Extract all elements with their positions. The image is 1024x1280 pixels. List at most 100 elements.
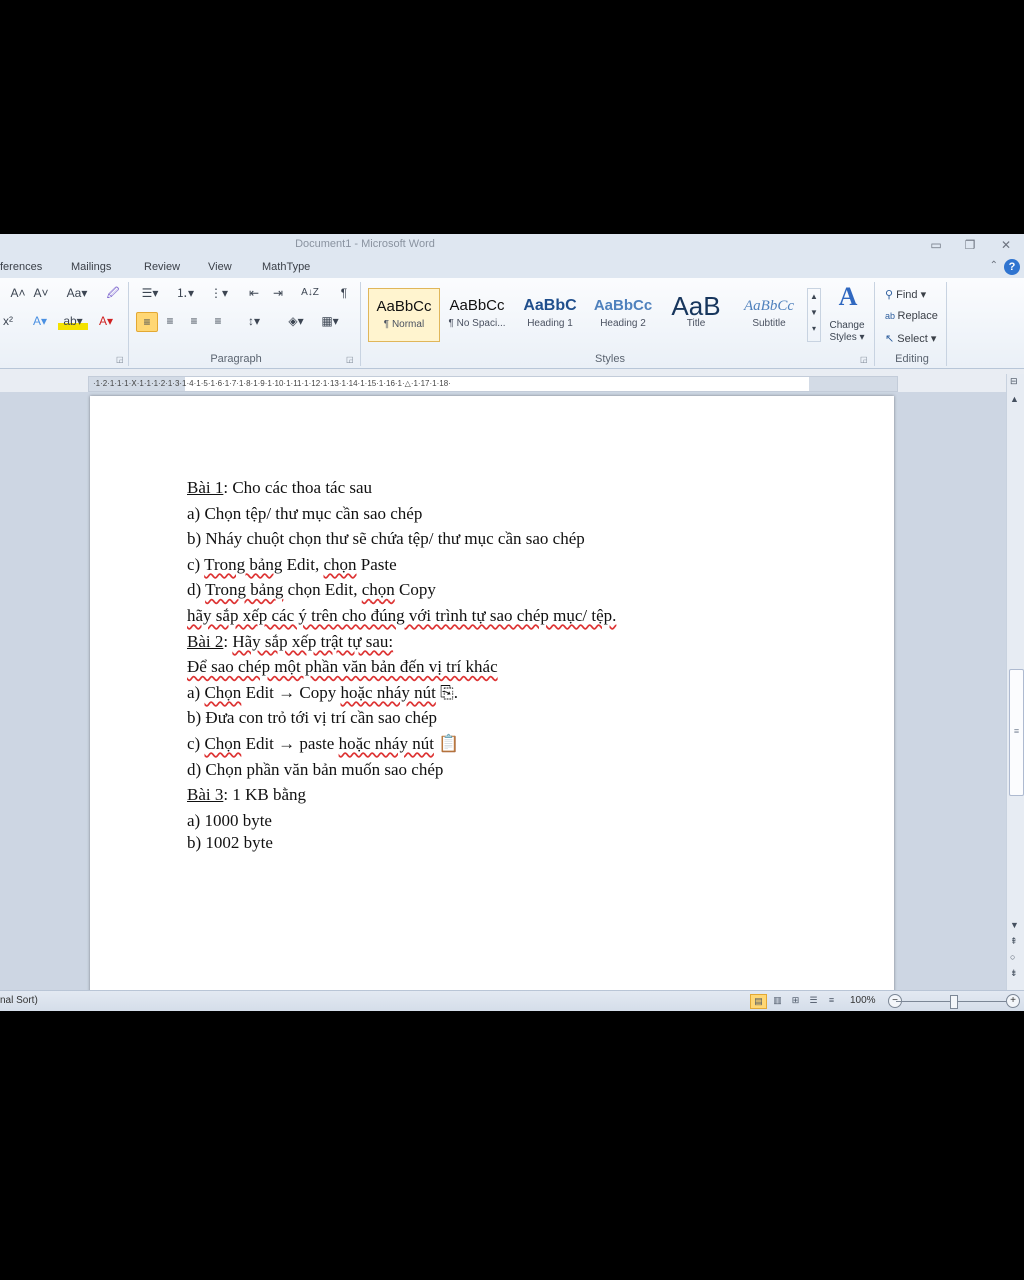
- multilevel-list-button[interactable]: ⋮▾: [204, 284, 234, 302]
- scroll-up-button[interactable]: ▲: [1010, 394, 1019, 404]
- select-button[interactable]: ↖ Select ▾: [885, 332, 936, 345]
- status-text[interactable]: nal Sort): [0, 995, 38, 1006]
- style-subtitle[interactable]: AaBbCc Subtitle: [734, 288, 804, 340]
- document-line[interactable]: hãy sắp xếp các ý trên cho đúng với trìn…: [187, 606, 827, 632]
- document-line[interactable]: a) Chọn Edit → Copy hoặc nháy nút ⎘.: [187, 683, 827, 709]
- document-line[interactable]: d) Chọn phần văn bản muốn sao chép: [187, 760, 827, 786]
- zoom-level[interactable]: 100%: [850, 995, 876, 1006]
- replace-button[interactable]: ab Replace: [885, 310, 938, 322]
- document-line[interactable]: Bài 2: Hãy sắp xếp trật tự sau:: [187, 632, 827, 658]
- tab-mathtype[interactable]: MathType: [262, 261, 310, 273]
- vertical-scrollbar[interactable]: ⊟ ▲ ≡ ▼ ⇞ ○ ⇟: [1006, 374, 1024, 990]
- scroll-down-button[interactable]: ▼: [1010, 920, 1019, 930]
- style-title[interactable]: AaB Title: [661, 288, 731, 340]
- close-button[interactable]: ✕: [994, 236, 1018, 254]
- web-layout-view-icon[interactable]: ⊞: [788, 994, 803, 1007]
- styles-dialog-launcher-icon[interactable]: ◲: [860, 355, 868, 364]
- change-styles-icon[interactable]: A: [828, 282, 868, 312]
- print-layout-view-icon[interactable]: ▤: [750, 994, 767, 1009]
- find-button[interactable]: ⚲ Find ▾: [885, 288, 926, 301]
- align-left-button[interactable]: ≡: [136, 312, 158, 332]
- sort-button[interactable]: A↓Z: [298, 284, 322, 302]
- font-dialog-launcher-icon[interactable]: ◲: [116, 355, 124, 364]
- document-line[interactable]: a) 1000 byte: [187, 811, 827, 833]
- horizontal-ruler[interactable]: ·1·2·1·1·1·Ⅹ·1·1·1·2·1·3·1·4·1·5·1·6·1·7…: [88, 376, 898, 392]
- document-area[interactable]: Bài 1: Cho các thoa tác sau a) Chọn tệp/ …: [0, 392, 1006, 996]
- document-line[interactable]: Bài 1: Cho các thoa tác sau: [187, 478, 827, 504]
- superscript-button[interactable]: x²: [0, 312, 16, 330]
- draft-view-icon[interactable]: ≡: [824, 994, 839, 1007]
- show-marks-button[interactable]: ¶: [334, 284, 354, 302]
- text-run: Edit → Copy: [241, 682, 341, 702]
- text-run: Trong bảng: [204, 554, 283, 574]
- text-effects-button[interactable]: A▾: [26, 312, 54, 330]
- styles-gallery-scroll[interactable]: ▲ ▼ ▾: [807, 288, 821, 342]
- style-heading-1[interactable]: AaBbC Heading 1: [515, 288, 585, 340]
- text-run: :: [223, 631, 233, 651]
- font-color-button[interactable]: A▾: [92, 312, 120, 330]
- style-name: Title: [686, 318, 706, 329]
- clear-formatting-icon[interactable]: 🖉: [102, 284, 124, 302]
- text-run: a): [187, 682, 205, 702]
- document-line[interactable]: d) Trong bảng chọn Edit, chọn Copy: [187, 580, 827, 606]
- change-styles-label[interactable]: Change: [822, 320, 872, 332]
- zoom-in-button[interactable]: +: [1006, 994, 1020, 1008]
- document-line[interactable]: b) Nháy chuột chọn thư sẽ chứa tệp/ thư …: [187, 529, 827, 555]
- text-run: 📋: [433, 733, 460, 753]
- paragraph-dialog-launcher-icon[interactable]: ◲: [346, 355, 354, 364]
- change-styles-label-2[interactable]: Styles ▾: [822, 332, 872, 344]
- tab-review[interactable]: Review: [144, 261, 180, 273]
- decrease-indent-button[interactable]: ⇤: [244, 284, 264, 302]
- document-line[interactable]: b) Đưa con trỏ tới vị trí cần sao chép: [187, 708, 827, 734]
- document-line[interactable]: b) 1002 byte: [187, 833, 827, 855]
- text-run: Bài 3: [187, 785, 224, 805]
- zoom-slider-thumb[interactable]: [950, 995, 958, 1009]
- numbering-button[interactable]: ⒈▾: [170, 284, 200, 302]
- window-title: Document1 - Microsoft Word: [295, 238, 435, 250]
- next-page-button[interactable]: ⇟: [1010, 968, 1018, 979]
- justify-button[interactable]: ≡: [208, 312, 228, 330]
- document-line[interactable]: c) Chọn Edit → paste hoặc nháy nút 📋: [187, 734, 827, 760]
- document-page[interactable]: Bài 1: Cho các thoa tác sau a) Chọn tệp/ …: [90, 396, 894, 996]
- status-bar: nal Sort) ▤ ▥ ⊞ ☰ ≡ 100% − +: [0, 990, 1024, 1011]
- help-icon[interactable]: ?: [1004, 259, 1020, 275]
- document-content[interactable]: Bài 1: Cho các thoa tác sau a) Chọn tệp/ …: [187, 478, 827, 855]
- tab-view[interactable]: View: [208, 261, 232, 273]
- document-line[interactable]: Để sao chép một phần văn bản đến vị trí …: [187, 657, 827, 683]
- style-normal[interactable]: AaBbCc ¶ Normal: [368, 288, 440, 342]
- bullets-button[interactable]: ☰▾: [136, 284, 164, 302]
- select-browse-object-button[interactable]: ○: [1010, 952, 1015, 962]
- document-line[interactable]: c) Trong bảng Edit, chọn Paste: [187, 555, 827, 581]
- ruler-toggle-icon[interactable]: ⊟: [1010, 376, 1018, 387]
- document-line[interactable]: a) Chọn tệp/ thư mục cần sao chép: [187, 504, 827, 530]
- style-name: Heading 1: [527, 318, 573, 329]
- line-spacing-button[interactable]: ↕▾: [240, 312, 268, 330]
- grow-font-button[interactable]: A˄: [6, 284, 30, 302]
- text-run: b) Nháy chuột chọn thư sẽ chứa tệp/ thư …: [187, 529, 585, 549]
- scroll-thumb[interactable]: ≡: [1009, 669, 1024, 796]
- text-run: hoặc nháy nút: [338, 733, 434, 753]
- find-label: Find ▾: [896, 289, 927, 301]
- restore-button[interactable]: ❐: [958, 236, 982, 254]
- align-center-button[interactable]: ≡: [160, 312, 180, 330]
- increase-indent-button[interactable]: ⇥: [268, 284, 288, 302]
- style-heading-2[interactable]: AaBbCc Heading 2: [588, 288, 658, 340]
- style-no-spacing[interactable]: AaBbCc ¶ No Spaci...: [442, 288, 512, 340]
- shrink-font-button[interactable]: A˅: [30, 284, 52, 302]
- tab-mailings[interactable]: Mailings: [71, 261, 111, 273]
- text-run: chọn: [361, 580, 395, 600]
- document-line[interactable]: Bài 3: 1 KB bằng: [187, 785, 827, 811]
- full-screen-reading-view-icon[interactable]: ▥: [770, 994, 785, 1007]
- previous-page-button[interactable]: ⇞: [1010, 936, 1018, 947]
- highlight-button[interactable]: ab▾: [58, 312, 88, 330]
- change-case-button[interactable]: Aa▾: [60, 284, 94, 302]
- align-right-button[interactable]: ≡: [184, 312, 204, 330]
- minimize-ribbon-icon[interactable]: ⌃: [990, 260, 998, 271]
- select-label: Select ▾: [897, 333, 937, 345]
- borders-button[interactable]: ▦▾: [316, 312, 344, 330]
- shading-button[interactable]: ◈▾: [282, 312, 310, 330]
- outline-view-icon[interactable]: ☰: [806, 994, 821, 1007]
- tab-references[interactable]: ferences: [0, 261, 42, 273]
- minimize-button[interactable]: ▭: [924, 236, 948, 254]
- replace-icon: ab: [885, 311, 898, 321]
